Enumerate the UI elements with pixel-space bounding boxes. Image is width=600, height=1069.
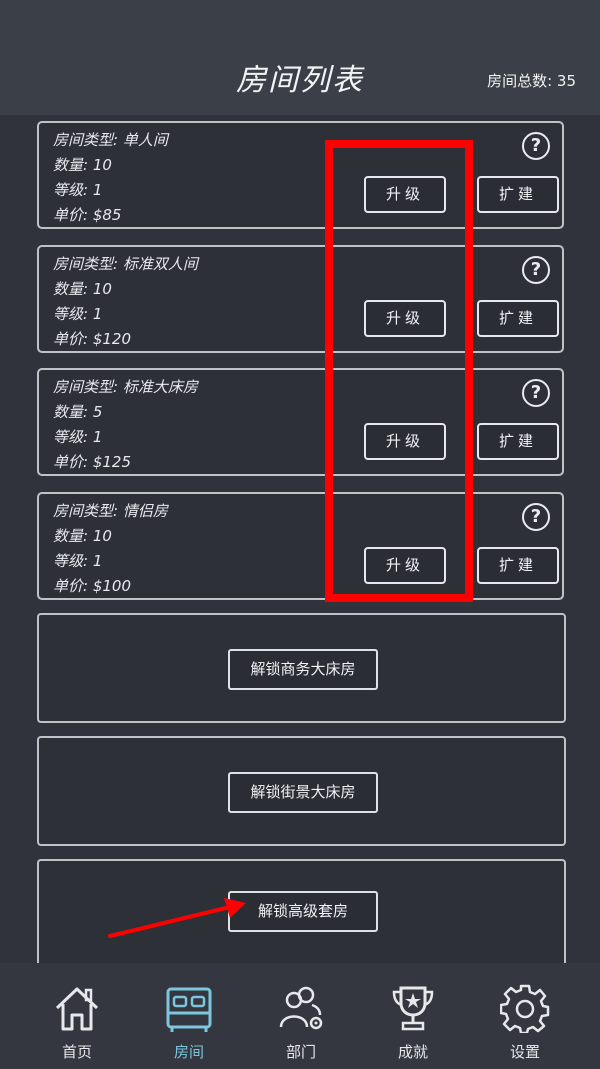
bed-icon: [166, 987, 212, 1032]
nav-label-departments: 部门: [285, 1043, 316, 1061]
help-icon[interactable]: ?: [522, 503, 550, 531]
help-icon[interactable]: ?: [522, 379, 550, 407]
trophy-icon: [392, 986, 434, 1031]
room-price: 单价: $120: [53, 330, 131, 348]
room-level: 等级: 1: [53, 552, 103, 570]
expand-button[interactable]: 扩建: [477, 547, 559, 584]
annotation-arrow-icon: [108, 898, 246, 938]
room-count: 数量: 10: [53, 527, 112, 545]
room-count: 数量: 10: [53, 156, 112, 174]
room-level: 等级: 1: [53, 428, 103, 446]
bottom-nav: 首页 房间 部门 成就 设置: [0, 963, 600, 1069]
expand-button[interactable]: 扩建: [477, 300, 559, 337]
room-level: 等级: 1: [53, 305, 103, 323]
nav-item-home[interactable]: 首页: [32, 963, 122, 1069]
room-type: 房间类型: 情侣房: [53, 502, 168, 520]
gear-icon: [500, 984, 550, 1033]
nav-label-rooms: 房间: [173, 1043, 204, 1061]
unlock-street-view-king-button[interactable]: 解锁街景大床房: [228, 772, 378, 813]
room-list[interactable]: 房间类型: 单人间 数量: 10 等级: 1 单价: $85 ? 升级 扩建 房…: [0, 115, 600, 963]
room-price: 单价: $125: [53, 453, 131, 471]
help-icon[interactable]: ?: [522, 132, 550, 160]
unlock-card: 解锁街景大床房: [37, 736, 566, 846]
help-icon[interactable]: ?: [522, 256, 550, 284]
expand-button[interactable]: 扩建: [477, 176, 559, 213]
room-card: 房间类型: 标准双人间 数量: 10 等级: 1 单价: $120 ? 升级 扩…: [37, 245, 564, 353]
room-card: 房间类型: 情侣房 数量: 10 等级: 1 单价: $100 ? 升级 扩建: [37, 492, 564, 600]
highlight-box: [325, 140, 473, 602]
room-count: 数量: 5: [53, 403, 103, 421]
nav-label-achievements: 成就: [397, 1043, 428, 1061]
room-price: 单价: $85: [53, 206, 122, 224]
nav-label-settings: 设置: [509, 1043, 540, 1061]
expand-button[interactable]: 扩建: [477, 423, 559, 460]
room-type: 房间类型: 单人间: [53, 131, 168, 149]
nav-item-rooms[interactable]: 房间: [144, 963, 234, 1069]
room-card: 房间类型: 单人间 数量: 10 等级: 1 单价: $85 ? 升级 扩建: [37, 121, 564, 229]
room-count: 数量: 10: [53, 280, 112, 298]
unlock-business-king-button[interactable]: 解锁商务大床房: [228, 649, 378, 690]
nav-item-departments[interactable]: 部门: [256, 963, 346, 1069]
room-total: 房间总数: 35: [487, 72, 576, 90]
room-price: 单价: $100: [53, 577, 131, 595]
room-level: 等级: 1: [53, 181, 103, 199]
home-icon: [55, 987, 99, 1031]
people-gear-icon: [279, 986, 323, 1030]
room-type: 房间类型: 标准双人间: [53, 255, 198, 273]
room-type: 房间类型: 标准大床房: [53, 378, 198, 396]
nav-item-achievements[interactable]: 成就: [368, 963, 458, 1069]
nav-item-settings[interactable]: 设置: [480, 963, 570, 1069]
nav-label-home: 首页: [61, 1043, 92, 1061]
room-card: 房间类型: 标准大床房 数量: 5 等级: 1 单价: $125 ? 升级 扩建: [37, 368, 564, 476]
unlock-card: 解锁商务大床房: [37, 613, 566, 723]
header: 房间列表 房间总数: 35: [0, 0, 600, 115]
